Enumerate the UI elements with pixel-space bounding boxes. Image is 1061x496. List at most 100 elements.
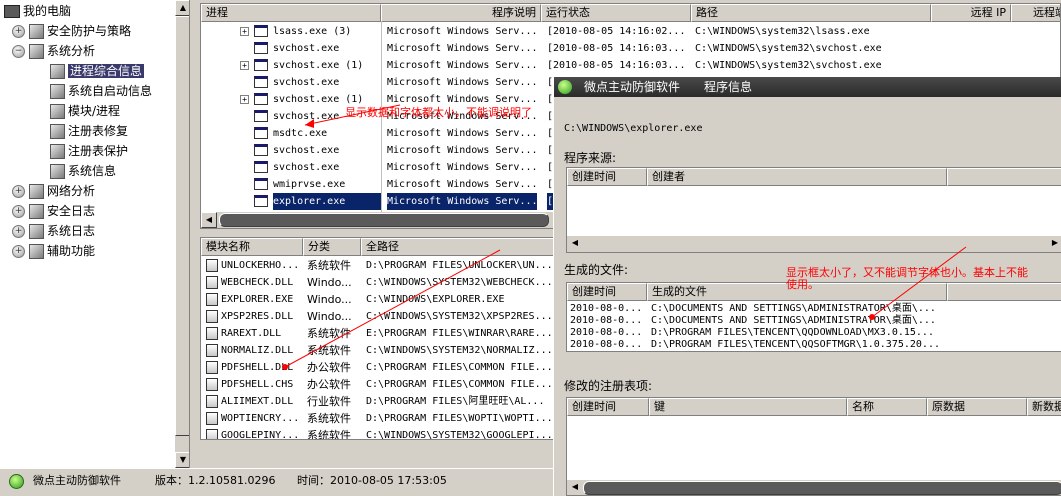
tree-item[interactable]: + 辅助功能	[12, 241, 95, 261]
tree-item-label: 系统信息	[68, 164, 117, 178]
tree-scrollbar[interactable]: ▲ ▼	[174, 0, 189, 468]
process-cell-name: svchost.exe	[273, 43, 340, 54]
tree-root[interactable]: 我的电脑	[4, 1, 71, 21]
folder-icon	[29, 24, 44, 39]
nav-tree: 我的电脑 + 安全防护与策略 − 系统分析进程综合信息 系统自启动信息模块/进程注册表修…	[0, 0, 190, 468]
process-icon	[254, 127, 268, 139]
folder-icon	[29, 204, 44, 219]
tree-item[interactable]: − 系统分析	[12, 41, 95, 61]
file-icon	[206, 327, 218, 340]
scroll-up-icon[interactable]: ▲	[175, 0, 189, 16]
process-row[interactable]: + svchost.exe (1) Microsoft Windows Serv..…	[201, 57, 1060, 74]
program-info-window: 微点主动防御软件 程序信息 C:\WINDOWS\explorer.exe 程序…	[553, 77, 1061, 496]
annotation-note-2b: 使用。	[786, 278, 819, 291]
file-icon	[206, 378, 218, 391]
expand-toggle-icon[interactable]: +	[12, 25, 25, 38]
col-remote-ip[interactable]: 远程 IP	[931, 4, 1011, 22]
process-icon	[254, 59, 268, 71]
process-cell-name: svchost.exe	[273, 77, 340, 88]
folder-icon	[50, 124, 65, 139]
process-icon	[254, 93, 268, 105]
process-cell-path: C:\WINDOWS\system32\lsass.exe	[695, 26, 870, 37]
annotation-note-1: 显示数据和字体都太小，不能调说明了	[345, 106, 532, 119]
process-cell-desc: Microsoft Windows Serv...	[387, 77, 537, 88]
tree-item-label: 系统日志	[47, 224, 96, 238]
expand-icon[interactable]: +	[240, 95, 249, 104]
file-icon	[206, 344, 218, 357]
scroll-down-icon[interactable]: ▼	[175, 452, 189, 468]
file-icon	[206, 259, 218, 272]
annotation-arrow-1	[282, 104, 501, 370]
status-logo-icon	[9, 474, 24, 489]
module-cell-name: GOOGLEPINY...	[221, 430, 300, 440]
folder-icon	[29, 224, 44, 239]
module-row[interactable]: ALIIMEXT.DLL 行业软件 D:\PROGRAM FILES\阿里旺旺\AL…	[201, 393, 555, 410]
tree-item[interactable]: + 系统日志	[12, 221, 95, 241]
module-row[interactable]: GOOGLEPINY... 系统软件 C:\WINDOWS\SYSTEM32\GOO…	[201, 427, 555, 440]
tree-item[interactable]: 注册表保护	[50, 141, 128, 161]
process-icon	[254, 42, 268, 54]
module-cell-cat: 行业软件	[307, 395, 351, 408]
process-cell-name: lsass.exe (3)	[273, 26, 352, 37]
folder-icon	[50, 104, 65, 119]
expand-toggle-icon[interactable]: −	[12, 45, 25, 58]
tree-item-label: 注册表修复	[68, 124, 129, 138]
expand-toggle-icon[interactable]: +	[12, 185, 25, 198]
tree-item[interactable]: 系统自启动信息	[50, 81, 152, 101]
folder-icon	[29, 44, 44, 59]
expand-icon[interactable]: +	[240, 61, 249, 70]
file-icon	[206, 361, 218, 374]
tree-item[interactable]: 模块/进程	[50, 101, 120, 121]
process-cell-desc: Microsoft Windows Serv...	[387, 26, 537, 37]
status-version: 版本：1.2.10581.0296	[155, 474, 276, 487]
tree-item[interactable]: + 网络分析	[12, 181, 95, 201]
folder-icon	[50, 164, 65, 179]
tree-item-label: 系统分析	[47, 44, 96, 58]
file-icon	[206, 429, 218, 439]
process-icon	[254, 178, 268, 190]
tree-item-label: 网络分析	[47, 184, 96, 198]
expand-toggle-icon[interactable]: +	[12, 205, 25, 218]
module-cell-path: D:\PROGRAM FILES\WOPTI\WOPTI...	[366, 413, 553, 424]
expand-icon[interactable]: +	[240, 27, 249, 36]
tree-item[interactable]: + 安全防护与策略	[12, 21, 131, 41]
tree-item-label: 系统自启动信息	[68, 84, 153, 98]
module-cell-cat: 系统软件	[307, 412, 351, 425]
col-desc[interactable]: 程序说明	[381, 4, 541, 22]
file-icon	[206, 395, 218, 408]
tree-root-label: 我的电脑	[23, 4, 72, 18]
module-cell-cat: 系统软件	[307, 429, 351, 440]
col-remote-port[interactable]: 远程端	[1011, 4, 1060, 22]
folder-icon	[29, 244, 44, 259]
file-icon	[206, 412, 218, 425]
tree-item[interactable]: 系统信息	[50, 161, 116, 181]
tree-item-label: 进程综合信息	[68, 64, 145, 78]
col-process[interactable]: 进程	[201, 4, 381, 22]
folder-icon	[50, 144, 65, 159]
tree-scroll-thumb[interactable]	[175, 16, 189, 436]
module-cell-path: D:\PROGRAM FILES\阿里旺旺\AL...	[366, 396, 545, 407]
col-status[interactable]: 运行状态	[541, 4, 691, 22]
module-cell-path: C:\WINDOWS\SYSTEM32\GOOGLEPI...	[366, 430, 553, 440]
process-cell-status: [2010-08-05 14:16:02...	[547, 26, 686, 37]
tree-item[interactable]: 进程综合信息	[50, 61, 145, 81]
col-path[interactable]: 路径	[691, 4, 931, 22]
module-cell-name: WOPTIENCRY...	[221, 413, 300, 424]
tree-item[interactable]: + 安全日志	[12, 201, 95, 221]
tree-item-label: 辅助功能	[47, 244, 96, 258]
status-bar: 微点主动防御软件 版本：1.2.10581.0296 时间：2010-08-05…	[0, 468, 553, 496]
process-row[interactable]: + lsass.exe (3) Microsoft Windows Serv... […	[201, 23, 1060, 40]
process-cell-desc: Microsoft Windows Serv...	[387, 60, 537, 71]
process-icon	[254, 25, 268, 37]
module-cell-name: ALIIMEXT.DLL	[221, 396, 294, 407]
scroll-left-icon[interactable]: ◀	[201, 212, 217, 228]
process-icon	[254, 161, 268, 173]
module-row[interactable]: WOPTIENCRY... 系统软件 D:\PROGRAM FILES\WOPTI\…	[201, 410, 555, 427]
tree-item[interactable]: 注册表修复	[50, 121, 128, 141]
process-cell-path: C:\WINDOWS\system32\svchost.exe	[695, 60, 882, 71]
expand-toggle-icon[interactable]: +	[12, 225, 25, 238]
process-row[interactable]: svchost.exe Microsoft Windows Serv... [201…	[201, 40, 1060, 57]
folder-icon	[50, 64, 65, 79]
expand-toggle-icon[interactable]: +	[12, 245, 25, 258]
process-cell-name: svchost.exe (1)	[273, 60, 364, 71]
